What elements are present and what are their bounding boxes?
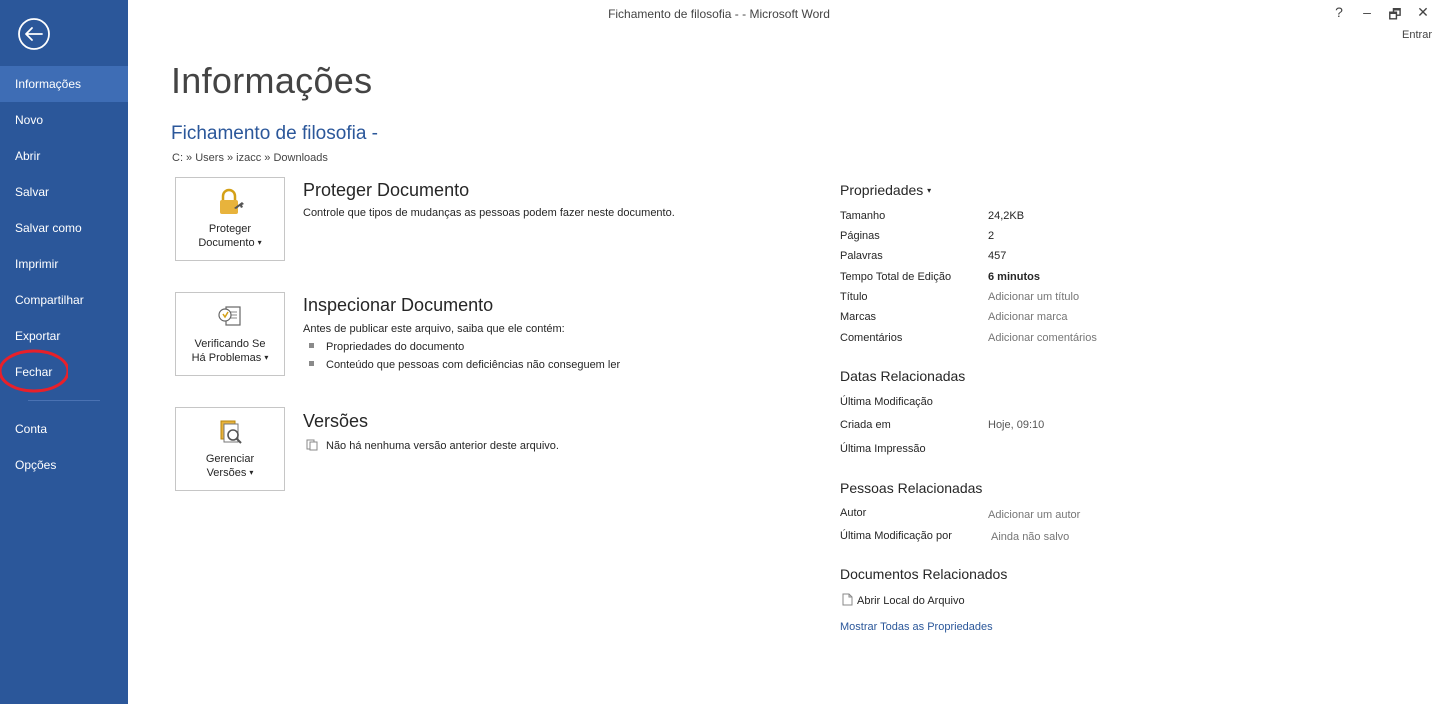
versions-description-row: Não há nenhuma versão anterior deste arq…	[306, 439, 559, 452]
restore-icon[interactable]: 🗗	[1388, 4, 1402, 28]
title-field[interactable]: Adicionar um título	[988, 291, 1079, 303]
lock-key-icon	[220, 188, 244, 214]
nav-item-informacoes[interactable]: Informações	[0, 66, 128, 102]
nav-item-fechar[interactable]: Fechar	[0, 349, 128, 393]
document-path[interactable]: C: » Users » izacc » Downloads	[172, 152, 328, 164]
inspect-document-icon	[218, 306, 241, 326]
close-icon[interactable]: ✕	[1416, 4, 1430, 28]
nav-item-salvar-como[interactable]: Salvar como	[0, 210, 128, 246]
nav-item-imprimir[interactable]: Imprimir	[0, 246, 128, 282]
nav-item-compartilhar[interactable]: Compartilhar	[0, 282, 128, 318]
comments-field[interactable]: Adicionar comentários	[988, 332, 1097, 344]
nav-item-novo[interactable]: Novo	[0, 102, 128, 138]
window-title: Fichamento de filosofia - - Microsoft Wo…	[608, 7, 830, 21]
versions-heading: Versões	[303, 411, 369, 431]
nav-separator	[28, 400, 100, 401]
help-icon[interactable]: ?	[1332, 4, 1346, 28]
related-people-heading: Pessoas Relacionadas	[840, 480, 983, 496]
related-dates-heading: Datas Relacionadas	[840, 368, 966, 384]
document-icon	[842, 593, 853, 606]
tags-field[interactable]: Adicionar marca	[988, 311, 1067, 323]
protect-button-label: Proteger Documento ▾	[198, 223, 262, 249]
open-file-location-link[interactable]: Abrir Local do Arquivo	[842, 593, 965, 607]
window-controls: ? – 🗗 ✕	[1332, 4, 1430, 28]
manage-versions-label: Gerenciar Versões ▾	[205, 453, 255, 479]
nav-item-exportar[interactable]: Exportar	[0, 318, 128, 354]
inspect-bullet: Conteúdo que pessoas com deficiências nã…	[309, 359, 620, 371]
inspect-heading: Inspecionar Documento	[303, 295, 494, 315]
sign-in-link[interactable]: Entrar	[1402, 29, 1432, 41]
related-documents-heading: Documentos Relacionados	[840, 566, 1008, 582]
back-arrow-icon[interactable]	[16, 16, 52, 52]
protect-heading: Proteger Documento	[303, 180, 470, 200]
add-author-field[interactable]: Adicionar um autor	[988, 509, 1080, 521]
page-title: Informações	[171, 60, 373, 101]
bullet-square-icon	[309, 343, 314, 348]
chevron-down-icon: ▾	[927, 186, 932, 195]
inspect-bullet: Propriedades do documento	[309, 341, 464, 353]
bullet-square-icon	[309, 361, 314, 366]
inspect-description: Antes de publicar este arquivo, saiba qu…	[303, 323, 565, 335]
nav-item-opcoes[interactable]: Opções	[0, 447, 128, 483]
minimize-icon[interactable]: –	[1360, 4, 1374, 28]
check-issues-button[interactable]: Verificando Se Há Problemas ▾	[175, 292, 285, 376]
backstage-sidebar: Informações Novo Abrir Salvar Salvar com…	[0, 0, 128, 704]
properties-dropdown[interactable]: Propriedades ▾	[840, 182, 1260, 198]
show-all-properties-link[interactable]: Mostrar Todas as Propriedades	[840, 621, 993, 633]
nav-item-salvar[interactable]: Salvar	[0, 174, 128, 210]
versions-icon	[220, 420, 242, 444]
protect-description: Controle que tipos de mudanças as pessoa…	[303, 207, 675, 219]
document-title: Fichamento de filosofia -	[171, 123, 378, 144]
nav-item-abrir[interactable]: Abrir	[0, 138, 128, 174]
backstage-nav: Informações Novo Abrir Salvar Salvar com…	[0, 66, 128, 483]
check-issues-label: Verificando Se Há Problemas ▾	[191, 338, 269, 364]
nav-item-fechar-label: Fechar	[15, 365, 53, 379]
nav-item-conta[interactable]: Conta	[0, 411, 128, 447]
document-versions-icon	[306, 439, 318, 451]
manage-versions-button[interactable]: Gerenciar Versões ▾	[175, 407, 285, 491]
properties-panel: Propriedades ▾ Tamanho 24,2KB Páginas 2 Pa…	[840, 182, 1260, 633]
protect-document-button[interactable]: Proteger Documento ▾	[175, 177, 285, 261]
